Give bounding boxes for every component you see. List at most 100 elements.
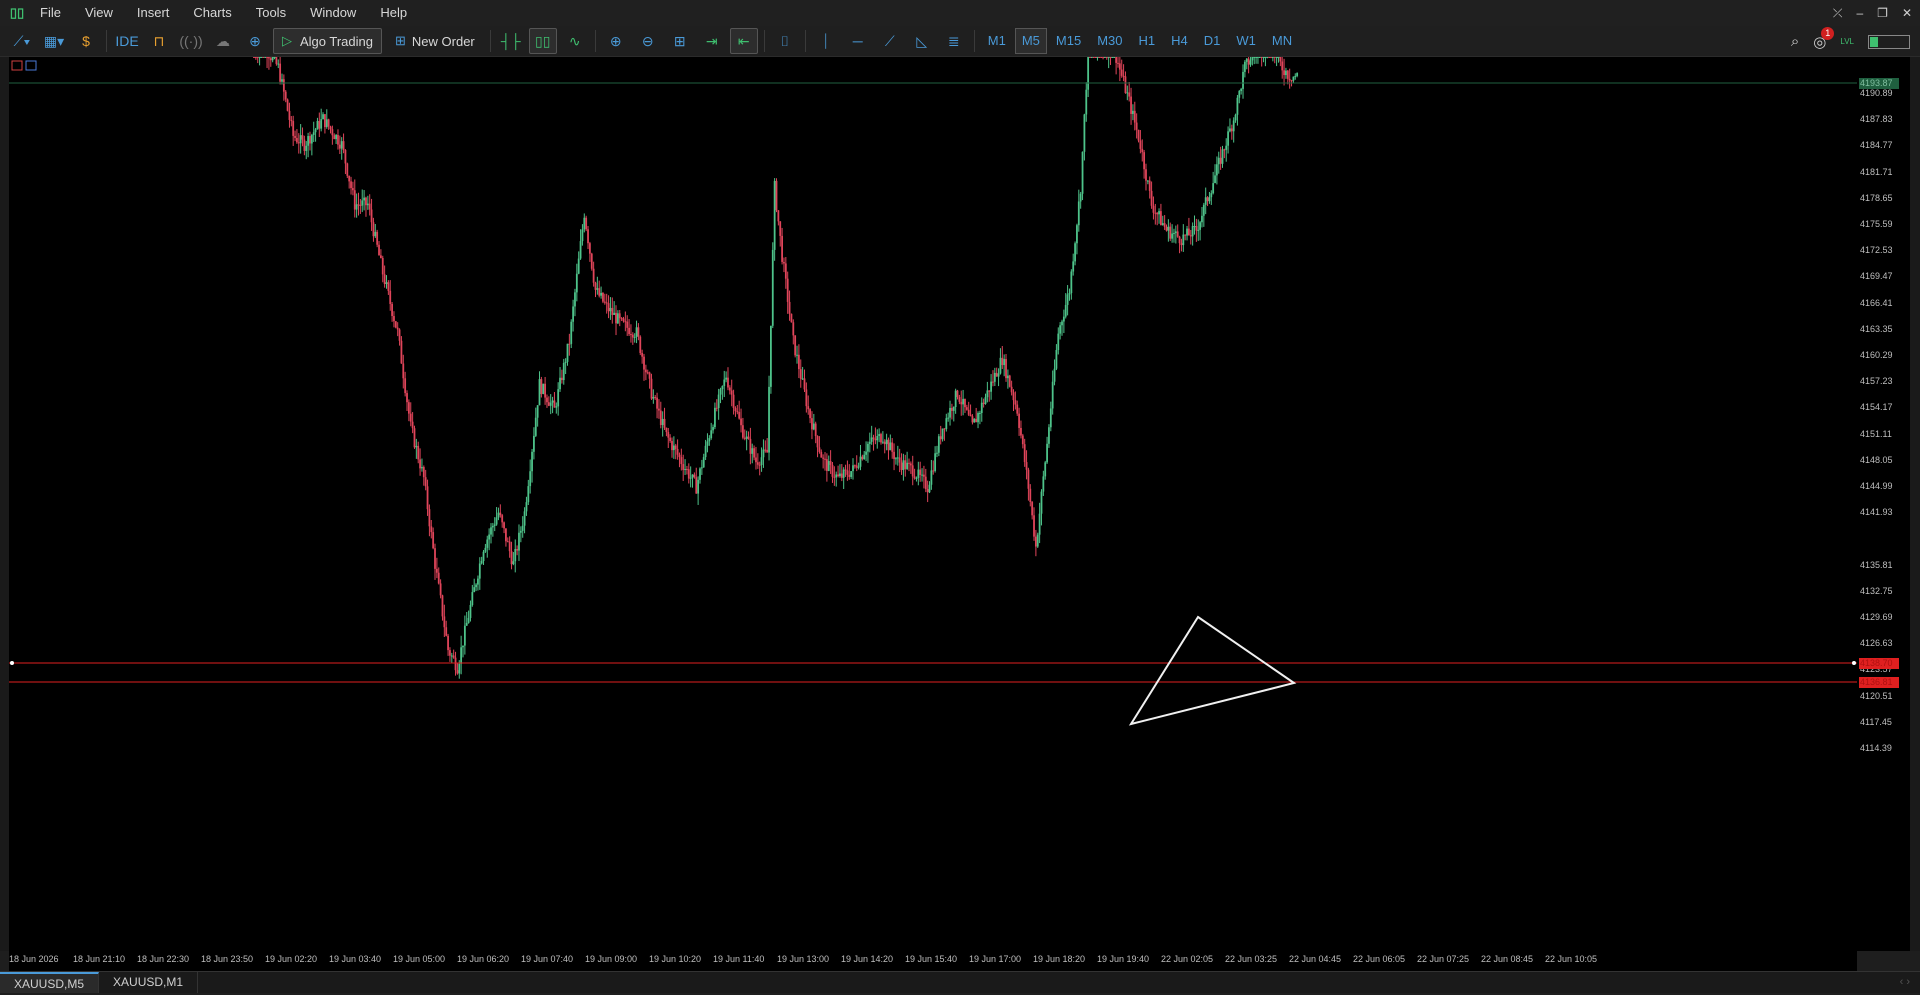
candle-body [1292, 76, 1295, 81]
candle-body [378, 244, 380, 256]
chart-shift-icon[interactable]: ⇤ [729, 28, 758, 54]
shapes-icon[interactable]: ◺ [908, 28, 936, 54]
menu-view[interactable]: View [73, 0, 125, 26]
price-chart[interactable] [9, 57, 1857, 951]
timeframe-h4[interactable]: H4 [1164, 28, 1195, 54]
candle-body [439, 583, 442, 596]
candle-body [471, 592, 474, 605]
tab-xauusd-m1[interactable]: XAUUSD,M1 [99, 972, 199, 993]
market-bag-icon[interactable]: ⊓ [145, 28, 173, 54]
timeframe-mn[interactable]: MN [1265, 28, 1299, 54]
candle-body [842, 469, 845, 478]
vps-cloud-icon[interactable]: ☁ [209, 28, 237, 54]
screenshot-icon[interactable]: ⌷ [771, 28, 799, 54]
menu-file[interactable]: File [28, 0, 73, 26]
web-globe-icon[interactable]: ⊕ [241, 28, 269, 54]
candlestick-chart-icon[interactable]: ▯▯ [528, 28, 557, 54]
candle-body [870, 437, 873, 442]
red-level-handle-right[interactable] [1852, 661, 1856, 665]
close-icon[interactable]: ✕ [1902, 6, 1912, 20]
tile-windows-icon[interactable]: ⊞ [666, 28, 694, 54]
candle-body [1182, 234, 1185, 246]
candle-body [562, 362, 565, 381]
zoom-in-icon[interactable]: ⊕ [602, 28, 630, 54]
candle-body [887, 439, 890, 451]
new-order-button[interactable]: ⊞ New Order [386, 28, 484, 54]
candle-body [678, 454, 681, 458]
time-tick-label: 22 Jun 10:05 [1545, 954, 1598, 964]
ide-button[interactable]: IDE [113, 28, 141, 54]
minimize-icon[interactable]: – [1856, 6, 1863, 20]
candle-body [534, 417, 537, 436]
chart-area[interactable] [9, 57, 1857, 951]
battery-fill [1870, 36, 1878, 47]
candle-body [585, 217, 588, 230]
candle-body [1036, 534, 1039, 547]
candle-body [426, 486, 429, 510]
menu-insert[interactable]: Insert [125, 0, 182, 26]
time-tick-label: 19 Jun 17:00 [969, 954, 1022, 964]
restore-icon[interactable]: ❐ [1877, 6, 1888, 20]
timeframe-w1[interactable]: W1 [1229, 28, 1263, 54]
candle-body [883, 441, 886, 445]
signals-icon[interactable]: ((·)) [177, 28, 205, 54]
candle-body [546, 397, 548, 403]
timeframe-m30[interactable]: M30 [1090, 28, 1129, 54]
candle-body [807, 406, 810, 410]
horizontal-line-icon[interactable]: ─ [844, 28, 872, 54]
candle-body [659, 410, 662, 425]
candle-body [1247, 58, 1250, 65]
unpin-icon[interactable]: ⤫ [1833, 6, 1843, 21]
line-chart-icon[interactable]: ∿ [561, 28, 589, 54]
notifications-icon[interactable]: ◎ 1 [1813, 26, 1835, 51]
algo-trading-button[interactable]: ▷ Algo Trading [273, 28, 382, 54]
menu-charts[interactable]: Charts [181, 0, 243, 26]
candle-body [799, 369, 802, 379]
candle-body [531, 451, 533, 472]
candle-body [674, 445, 677, 449]
timeframe-m15[interactable]: M15 [1049, 28, 1088, 54]
menu-help[interactable]: Help [368, 0, 419, 26]
timeframe-d1[interactable]: D1 [1197, 28, 1228, 54]
candle-body [956, 390, 959, 398]
trend-line-icon[interactable]: ⟋ [876, 28, 904, 54]
auto-scroll-icon[interactable]: ⇥ [698, 28, 726, 54]
templates-icon[interactable]: ▦▾ [40, 28, 68, 54]
menu-window[interactable]: Window [298, 0, 368, 26]
candle-body [1076, 225, 1078, 244]
timeframe-m1[interactable]: M1 [981, 28, 1013, 54]
candle-body [837, 474, 839, 477]
timeframe-m5[interactable]: M5 [1014, 28, 1047, 54]
candle-body [1184, 234, 1187, 236]
search-icon[interactable]: ⌕ [1791, 33, 1799, 50]
candle-body [1126, 92, 1129, 94]
candle-body [667, 432, 670, 438]
candle-body [880, 434, 882, 443]
timeframe-h1[interactable]: H1 [1131, 28, 1162, 54]
candle-body [853, 465, 856, 467]
market-depth-icon[interactable] [25, 60, 37, 71]
candle-body [588, 243, 591, 254]
tab-scroll-arrows[interactable]: ‹ › [1900, 972, 1910, 993]
candle-body [499, 512, 502, 516]
candle-body [1262, 57, 1265, 58]
candle-body [379, 255, 382, 259]
time-tick-label: 22 Jun 04:45 [1289, 954, 1342, 964]
chart-type-icon[interactable]: ⟋▾ [8, 28, 36, 54]
candle-body [1130, 96, 1132, 114]
candle-body [1038, 513, 1041, 535]
dollar-icon[interactable]: $ [72, 28, 100, 54]
menu-tools[interactable]: Tools [244, 0, 298, 26]
zoom-out-icon[interactable]: ⊖ [634, 28, 662, 54]
candle-body [719, 389, 722, 395]
candle-body [394, 321, 397, 328]
bar-chart-icon[interactable]: ┤├ [497, 28, 525, 54]
candle-body [533, 435, 535, 452]
red-level-handle-left[interactable] [10, 661, 14, 665]
vertical-line-icon[interactable]: ⏐ [812, 28, 840, 54]
one-click-trading-icon[interactable] [11, 60, 23, 71]
candle-body [1057, 333, 1060, 350]
triangle-drawing[interactable] [1128, 615, 1297, 726]
tab-xauusd-m5[interactable]: XAUUSD,M5 [0, 972, 100, 993]
fibonacci-icon[interactable]: ≣ [940, 28, 968, 54]
